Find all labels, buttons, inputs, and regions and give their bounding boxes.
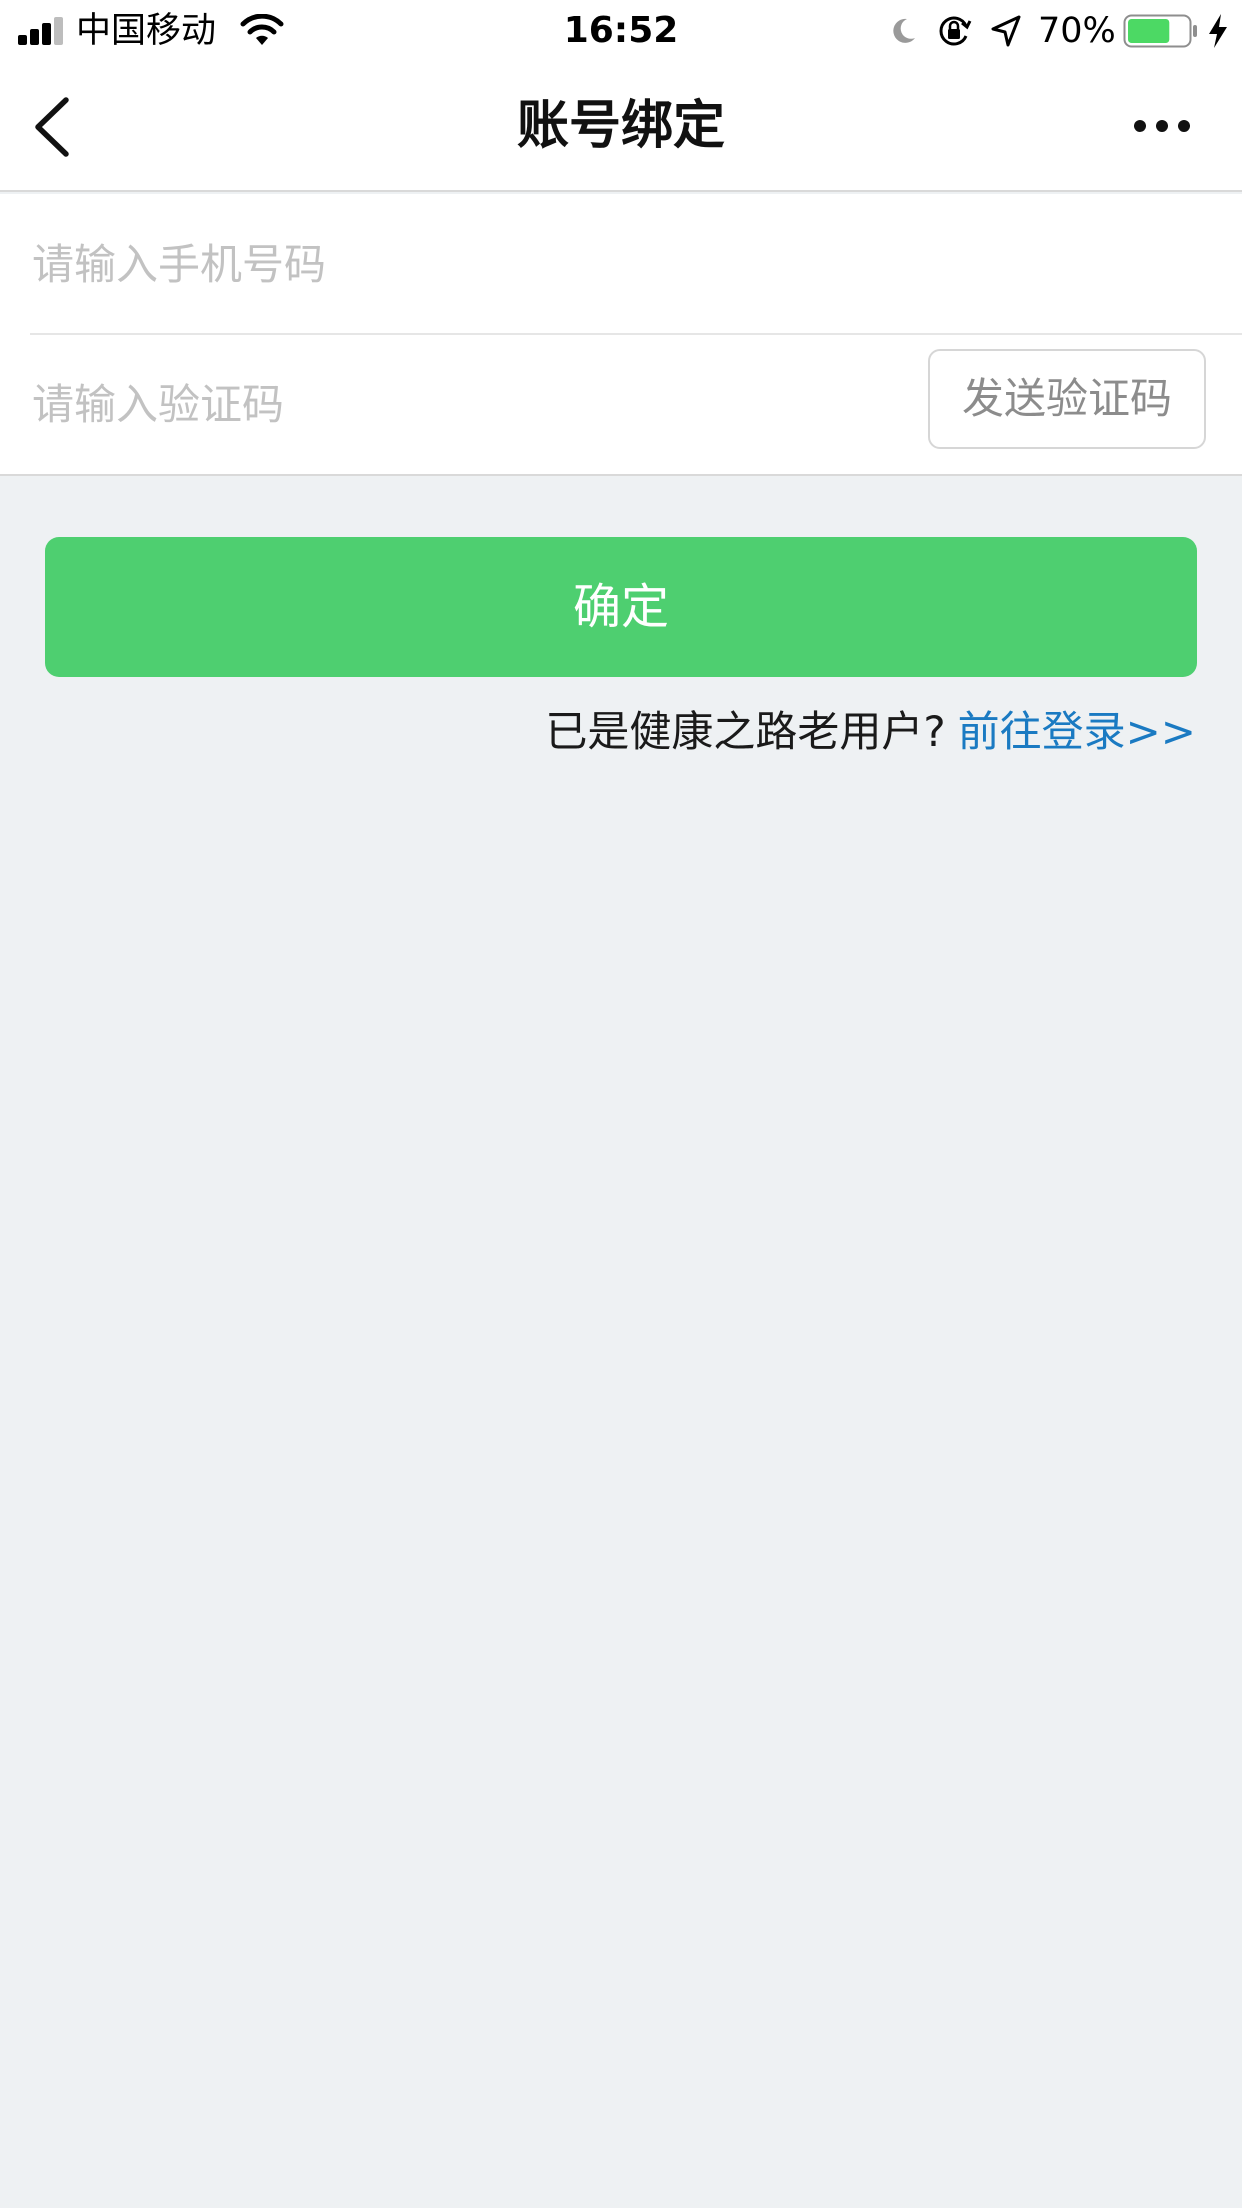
phone-input[interactable] xyxy=(32,224,1212,304)
nav-bar: 账号绑定 xyxy=(0,62,1242,192)
more-dots-icon[interactable] xyxy=(1126,106,1198,146)
login-hint: 已是健康之路老用户? 前往登录>> xyxy=(545,702,1196,762)
binding-form: 发送验证码 xyxy=(0,194,1242,476)
location-icon xyxy=(991,15,1021,47)
status-bar: 中国移动 16:52 70% xyxy=(0,0,1242,62)
orientation-lock-icon xyxy=(939,16,972,46)
battery-icon xyxy=(1123,14,1197,48)
login-link[interactable]: 前往登录>> xyxy=(958,707,1196,756)
confirm-button[interactable]: 确定 xyxy=(45,537,1197,677)
send-code-button[interactable]: 发送验证码 xyxy=(928,349,1206,449)
phone-row xyxy=(0,194,1242,335)
charging-icon xyxy=(1209,14,1227,48)
moon-icon xyxy=(893,18,915,43)
page-title: 账号绑定 xyxy=(516,96,725,156)
battery-percent: 70% xyxy=(1038,11,1116,51)
code-row: 发送验证码 xyxy=(0,334,1242,474)
verification-code-input[interactable] xyxy=(32,364,912,444)
login-hint-text: 已是健康之路老用户? xyxy=(545,707,946,756)
screen: 中国移动 16:52 70% 账号绑定 请输入手机号码 请输入验证码 发送验证码… xyxy=(0,0,1242,2208)
